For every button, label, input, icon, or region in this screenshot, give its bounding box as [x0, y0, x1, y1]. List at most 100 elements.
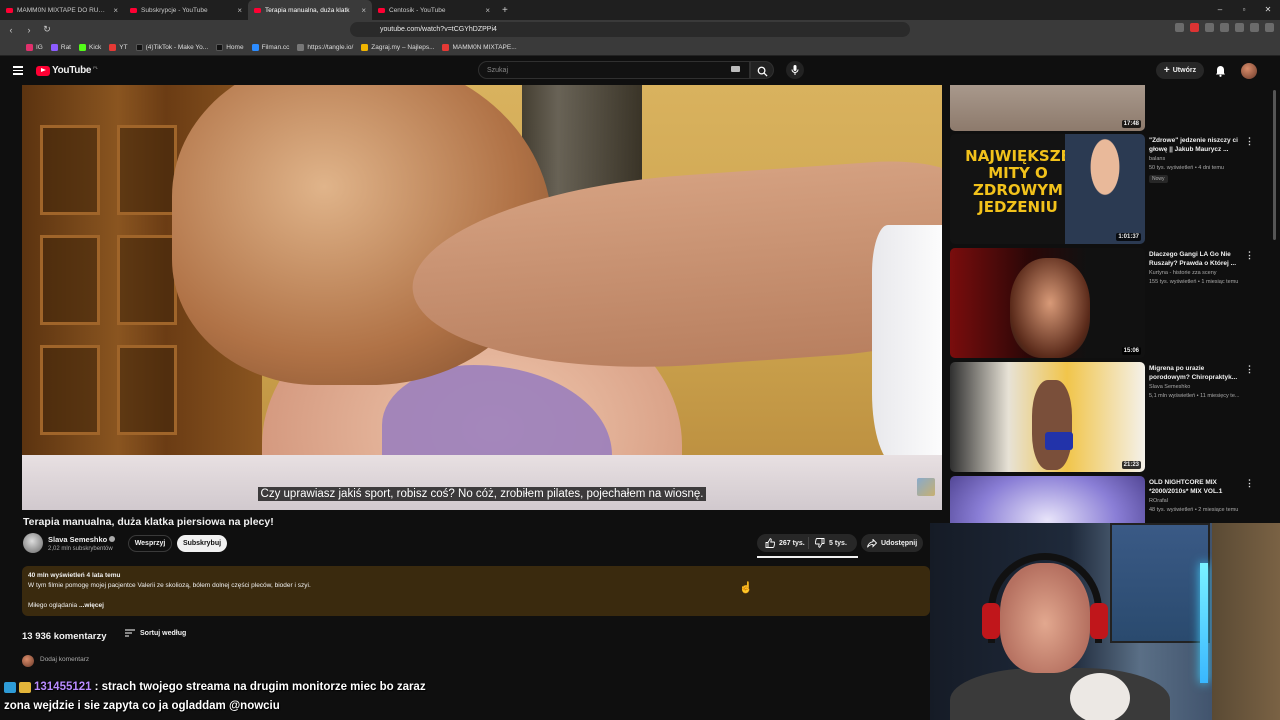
browser-tab[interactable]: Subskrypcje - YouTube × — [124, 0, 248, 20]
recommendation-item[interactable]: NAJWIĘKSZE MITY O ZDROWYM JEDZENIU 1:01:… — [950, 134, 1280, 244]
extension-icon[interactable] — [1220, 23, 1229, 32]
close-tab-icon[interactable]: × — [485, 6, 490, 15]
extension-icon[interactable] — [1190, 23, 1199, 32]
youtube-favicon-icon — [130, 7, 137, 13]
bookmark[interactable]: Rat — [50, 43, 71, 51]
recommendation-title[interactable]: "Zdrowe" jedzenie niszczy ci głowę || Ja… — [1149, 136, 1239, 154]
more-options-icon[interactable]: ⋮ — [1245, 478, 1254, 489]
thumbnail-person — [1032, 380, 1072, 470]
tiktok-icon — [135, 43, 143, 51]
sort-comments-button[interactable]: Sortuj według — [125, 629, 186, 637]
bookmark-label: (4)TikTok - Make Yo... — [145, 43, 209, 51]
bookmark[interactable]: IG — [26, 43, 43, 51]
join-button[interactable]: Wesprzyj — [128, 535, 172, 552]
bookmark[interactable]: (4)TikTok - Make Yo... — [135, 43, 209, 51]
sort-icon — [125, 629, 135, 637]
globe-icon — [297, 43, 305, 51]
close-tab-icon[interactable]: × — [361, 6, 366, 15]
youtube-favicon-icon — [254, 7, 261, 13]
close-window-icon[interactable]: ✕ — [1256, 0, 1280, 20]
recommendation-item[interactable]: 21:23 Migrena po urazie porodowym? Chiro… — [950, 362, 1280, 472]
extension-icon[interactable] — [1175, 23, 1184, 32]
show-more-link[interactable]: ...więcej — [79, 602, 104, 609]
recommendation-title[interactable]: Dlaczego Gangi LA Go Nie Ruszały? Prawda… — [1149, 250, 1239, 268]
bookmark[interactable]: https://tangle.io/ — [297, 43, 353, 51]
video-subtitle: Czy uprawiasz jakiś sport, robisz coś? N… — [22, 484, 942, 502]
keyboard-icon[interactable] — [731, 66, 740, 72]
hamburger-menu-icon[interactable] — [13, 66, 23, 75]
youtube-logo[interactable]: YouTube PL — [36, 65, 98, 76]
account-avatar[interactable] — [1241, 63, 1257, 79]
more-options-icon[interactable]: ⋮ — [1245, 250, 1254, 261]
recommendation-title[interactable]: Migrena po urazie porodowym? Chiroprakty… — [1149, 364, 1239, 382]
channel-avatar[interactable] — [23, 533, 43, 553]
bookmark-label: MAMM0N MIXTAPE... — [452, 43, 517, 51]
recommendation-channel[interactable]: ROrafal — [1149, 498, 1168, 504]
recommendation-thumbnail[interactable]: NAJWIĘKSZE MITY O ZDROWYM JEDZENIU 1:01:… — [950, 134, 1145, 244]
search-button[interactable] — [750, 61, 774, 79]
subscribe-button[interactable]: Subskrybuj — [177, 535, 227, 552]
new-tab-icon[interactable]: + — [496, 5, 514, 16]
recommendation-thumbnail[interactable]: 15:06 — [950, 248, 1145, 358]
sort-label: Sortuj według — [140, 629, 187, 637]
recommendation-channel[interactable]: Kurtyna - historie zza sceny — [1149, 270, 1217, 276]
recommendation-channel[interactable]: Slava Semeshko — [1149, 384, 1190, 390]
like-dislike-group: 267 tys. 5 tys. — [757, 534, 857, 552]
video-duration: 21:23 — [1121, 461, 1141, 469]
extension-icon[interactable] — [1205, 23, 1214, 32]
menu-icon[interactable] — [1265, 23, 1274, 32]
bookmark-icon — [26, 43, 33, 51]
close-tab-icon[interactable]: × — [237, 6, 242, 15]
bookmark[interactable]: Zagraj.my – Najleps... — [361, 43, 434, 51]
recommendation-thumbnail[interactable]: 17:48 — [950, 85, 1145, 131]
bookmark[interactable]: Kick — [79, 43, 102, 51]
chat-text: : strach twojego streama na drugim monit… — [94, 681, 426, 693]
sidebar-scrollbar[interactable] — [1273, 90, 1276, 240]
video-player[interactable]: Czy uprawiasz jakiś sport, robisz coś? N… — [22, 85, 942, 510]
url-input[interactable]: youtube.com/watch?v=tCGYhDZPPi4 — [350, 22, 910, 37]
bookmark-icon — [251, 43, 259, 51]
more-options-icon[interactable]: ⋮ — [1245, 364, 1254, 375]
share-button[interactable]: Udostępnij — [861, 534, 923, 552]
minimize-icon[interactable]: – — [1208, 0, 1232, 20]
url-text: youtube.com/watch?v=tCGYhDZPPi4 — [380, 26, 497, 33]
create-button[interactable]: + Utwórz — [1156, 62, 1204, 79]
recommendation-item[interactable]: 17:48 — [950, 85, 1280, 131]
browser-tab-active[interactable]: Terapia manualna, duża klatk × — [248, 0, 372, 20]
forward-icon[interactable]: › — [22, 25, 36, 35]
search-input[interactable]: Szukaj — [478, 61, 750, 79]
browser-tab[interactable]: MAMM0N MIXTAPE DO RUCH@NIA × — [0, 0, 124, 20]
bookmark[interactable]: MAMM0N MIXTAPE... — [442, 43, 517, 51]
extensions-area — [1175, 23, 1274, 32]
notifications-bell-icon[interactable] — [1215, 65, 1226, 77]
recommendation-channel[interactable]: balans — [1149, 156, 1165, 162]
channel-watermark[interactable] — [917, 478, 935, 496]
like-button[interactable]: 267 tys. — [757, 537, 809, 549]
recommendation-thumbnail[interactable] — [950, 476, 1145, 523]
voice-search-button[interactable] — [786, 61, 804, 79]
browser-tab[interactable]: Centosik - YouTube × — [372, 0, 496, 20]
close-tab-icon[interactable]: × — [113, 6, 118, 15]
bookmark-label: Kick — [89, 43, 102, 51]
bookmark[interactable]: YT — [109, 43, 128, 51]
recommendation-item[interactable]: OLD NIGHTCORE MIX *2000/2010s* MIX VOL.1… — [950, 476, 1280, 523]
recommendation-meta: 5,1 mln wyświetleń • 11 miesięcy te... — [1149, 393, 1240, 399]
description-box[interactable]: 40 mln wyświetleń 4 lata temu W tym film… — [22, 566, 930, 616]
video-title: Terapia manualna, duża klatka piersiowa … — [23, 516, 274, 528]
recommendation-item[interactable]: 15:06 Dlaczego Gangi LA Go Nie Ruszały? … — [950, 248, 1280, 358]
more-options-icon[interactable]: ⋮ — [1245, 136, 1254, 147]
extension-icon[interactable] — [1235, 23, 1244, 32]
recommendation-thumbnail[interactable]: 21:23 — [950, 362, 1145, 472]
back-icon[interactable]: ‹ — [4, 25, 18, 35]
thumbnail-person — [1065, 134, 1145, 244]
channel-name[interactable]: Slava Semeshko — [48, 535, 107, 544]
views-date: 40 mln wyświetleń 4 lata temu — [28, 572, 121, 579]
bookmark[interactable]: Filman.cc — [251, 43, 289, 51]
bookmark[interactable]: Home — [216, 43, 244, 51]
maximize-icon[interactable]: ▫ — [1232, 0, 1256, 20]
add-comment-input[interactable]: Dodaj komentarz — [40, 656, 89, 663]
dislike-button[interactable]: 5 tys. — [809, 538, 847, 548]
extension-icon[interactable] — [1250, 23, 1259, 32]
recommendation-title[interactable]: OLD NIGHTCORE MIX *2000/2010s* MIX VOL.1 — [1149, 478, 1239, 496]
reload-icon[interactable]: ↻ — [40, 24, 54, 35]
